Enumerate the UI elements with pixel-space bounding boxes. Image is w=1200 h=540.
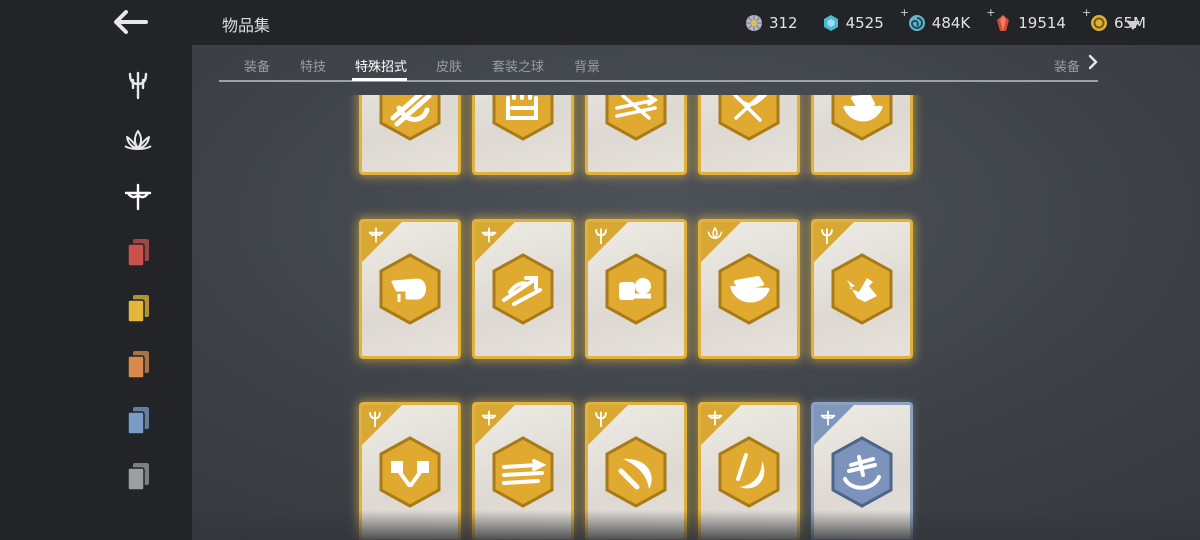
currency-value: 484K xyxy=(931,13,971,32)
tabs-next-button[interactable] xyxy=(1088,54,1098,74)
currency-hexagon[interactable]: 4525 xyxy=(822,14,884,32)
category-tabs: 装备 特技 特殊招式 皮肤 套装之球 背景 装备 xyxy=(219,45,1098,82)
cyan-hexagon-icon xyxy=(823,14,838,31)
card-blade-rush[interactable] xyxy=(472,402,574,540)
currency-crystal[interactable]: + 19514 xyxy=(986,6,1066,32)
swirl-kick-icon xyxy=(718,253,780,325)
arrow-dash-icon xyxy=(492,253,554,325)
page-title: 物品集 xyxy=(222,16,271,35)
spin-slash-icon xyxy=(831,436,893,508)
card-crossed-bow[interactable] xyxy=(698,95,800,175)
currency-prism[interactable]: 312 xyxy=(745,14,798,32)
currency-value: 4525 xyxy=(845,13,884,32)
card-crescent-slash[interactable] xyxy=(698,402,800,540)
card-blade-arc[interactable] xyxy=(585,402,687,540)
red-crystal-icon xyxy=(997,14,1010,31)
sword-arrows-icon xyxy=(605,95,667,141)
dragonfly-icon xyxy=(820,410,836,426)
active-tab-indicator xyxy=(352,78,407,81)
swirl-orb-icon xyxy=(908,14,925,31)
add-icon: + xyxy=(986,5,996,19)
rooster-icon xyxy=(831,253,893,325)
card-swirl-kick[interactable] xyxy=(698,219,800,359)
tab-special-moves[interactable]: 特殊招式 xyxy=(355,56,407,75)
blade-slash-icon xyxy=(379,95,441,141)
gold-coin-icon xyxy=(1090,14,1107,31)
card-grid xyxy=(0,95,1200,540)
card-sweeping-kick[interactable] xyxy=(811,95,913,175)
trident-icon xyxy=(369,411,381,427)
dragonfly-icon xyxy=(481,410,497,426)
card-fist-strike[interactable] xyxy=(359,219,461,359)
dragonfly-icon xyxy=(481,227,497,243)
lotus-icon xyxy=(707,226,723,240)
fist-strike-icon xyxy=(379,253,441,325)
add-icon: + xyxy=(1081,5,1092,19)
card-spin-slash[interactable] xyxy=(811,402,913,540)
card-shield-bash[interactable] xyxy=(585,219,687,359)
blade-rush-icon xyxy=(492,436,554,508)
top-bar: 物品集 312 4525 + 484K + 19514 + xyxy=(0,0,1200,45)
currency-swirl[interactable]: + 484K xyxy=(900,6,971,32)
prism-orb-icon xyxy=(745,14,762,31)
currency-value: 312 xyxy=(768,13,798,32)
back-arrow-icon xyxy=(114,10,148,34)
triangle-down-icon xyxy=(1126,21,1140,30)
back-button[interactable] xyxy=(108,6,152,38)
add-icon: + xyxy=(899,5,909,19)
currency-bar: 312 4525 + 484K + 19514 + xyxy=(745,0,1146,45)
tab-equipment-next[interactable]: 装备 xyxy=(1054,56,1080,75)
chevron-right-icon xyxy=(1088,54,1098,70)
tab-skins[interactable]: 皮肤 xyxy=(436,56,462,75)
card-sword-arrows[interactable] xyxy=(585,95,687,175)
card-castle-strike[interactable] xyxy=(472,95,574,175)
card-blade-slash[interactable] xyxy=(359,95,461,175)
tab-perks[interactable]: 特技 xyxy=(300,56,326,75)
trident-icon xyxy=(821,228,833,244)
blade-arc-icon xyxy=(605,436,667,508)
tab-equipment[interactable]: 装备 xyxy=(244,56,270,75)
double-hammer-icon xyxy=(379,436,441,508)
trident-icon xyxy=(595,411,607,427)
dragonfly-icon xyxy=(368,227,384,243)
crossed-bow-icon xyxy=(718,95,780,141)
tab-backgrounds[interactable]: 背景 xyxy=(574,56,600,75)
trident-icon xyxy=(595,228,607,244)
castle-strike-icon xyxy=(492,95,554,141)
card-double-hammer[interactable] xyxy=(359,402,461,540)
card-rooster[interactable] xyxy=(811,219,913,359)
crescent-slash-icon xyxy=(718,436,780,508)
currency-value: 19514 xyxy=(1018,13,1066,32)
sweeping-kick-icon xyxy=(831,95,893,141)
tab-set-orbs[interactable]: 套装之球 xyxy=(492,56,544,75)
card-arrow-dash[interactable] xyxy=(472,219,574,359)
dragonfly-icon xyxy=(707,410,723,426)
currency-dropdown-button[interactable] xyxy=(1126,16,1140,35)
shield-bash-icon xyxy=(605,253,667,325)
